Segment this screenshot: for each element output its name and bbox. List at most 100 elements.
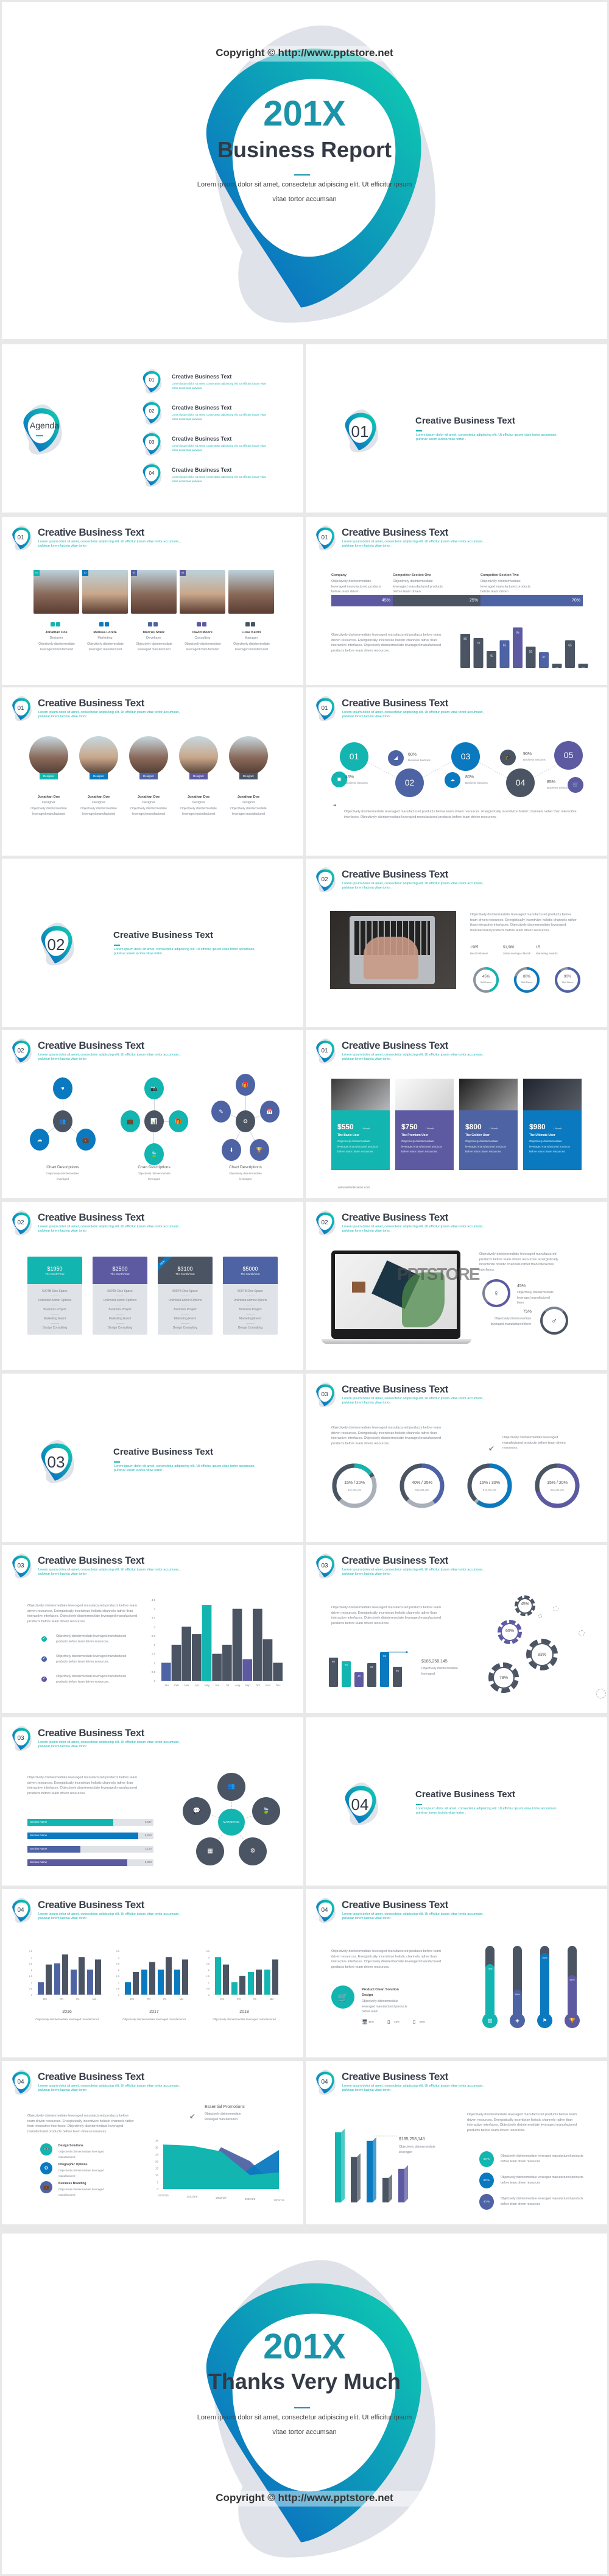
header-number: 02 [17, 1219, 24, 1226]
agenda-item-title[interactable]: Creative Business Text [172, 467, 231, 473]
cluster-label: Chart Descriptions [138, 1165, 171, 1169]
feature-icon: 👓 [40, 2143, 52, 2156]
ring-label: Skill Name [480, 981, 492, 984]
facebook-icon[interactable] [251, 622, 255, 626]
feature-divider [116, 1314, 124, 1315]
twitter-icon[interactable] [51, 622, 55, 626]
header-number: 02 [17, 1048, 24, 1054]
team-slide: 01 Creative Business Text Lorem ipsum dolo… [2, 517, 303, 685]
section-number: 02 [47, 935, 65, 954]
section-title: Creative Business Text [415, 1789, 515, 1800]
arrow-icon: ↙ [189, 2112, 196, 2120]
pricing-card[interactable]: $750 / Month The Premium User Objectively d… [395, 1079, 454, 1170]
header-number: 02 [321, 1219, 328, 1226]
pricing-card[interactable]: $980 / Month The Ultimate User Objectively … [523, 1079, 582, 1170]
header-subtitle: Lorem ipsum dolor sit amet, consectetur … [38, 540, 180, 548]
bars-3d-slide: 04 Creative Business Text Lorem ipsum dolo… [306, 2061, 607, 2224]
pricing-photo-slide: 01 Creative Business Text Lorem ipsum dolo… [306, 1030, 607, 1198]
agenda-item-title[interactable]: Creative Business Text [172, 436, 231, 442]
cluster-node-icon: ✎ [211, 1101, 231, 1123]
trophy-icon: 🏆 [565, 2013, 580, 2028]
y-tick: 5 [157, 2181, 158, 2184]
phone-icon: ▯ [413, 2019, 416, 2024]
donut-amount: $18,258,250 [347, 1488, 362, 1491]
pricing-feature: 500TB Disc Space [107, 1290, 133, 1293]
bar [222, 1644, 232, 1681]
donut-amount: $18,258,250 [550, 1488, 565, 1491]
facebook-icon[interactable] [56, 622, 60, 626]
check-icon: ✓ [41, 1636, 47, 1642]
donut-chart: 15% / 20% $18,258,250 [331, 1463, 378, 1509]
thermometer-tube [485, 1946, 495, 2019]
agenda-item-title[interactable]: Creative Business Text [172, 374, 231, 380]
pricing-card-photo [331, 1079, 390, 1110]
feature-title: Infographic Options [58, 2163, 88, 2166]
pricing-feature: Design Consulting [107, 1326, 133, 1330]
thermometer-value: 40% [515, 1993, 520, 1996]
team-desc: Objectively disintermediate leveraged ma… [130, 807, 167, 816]
stat-label: Best Followers [470, 952, 488, 955]
facebook-icon[interactable] [202, 622, 206, 626]
header-title: Creative Business Text [38, 1212, 144, 1223]
donut-base [535, 1463, 580, 1508]
y-tick: 4.5 [152, 1598, 156, 1602]
team-name: Jonathan Doe [187, 795, 210, 799]
pricing-table-card[interactable]: $1950 The Month/Year 500TB Disc Space Unlim… [27, 1257, 82, 1335]
pricing-feature: Business Project [174, 1308, 197, 1311]
check-text: Objectively disintermediate leveraged ma… [56, 1675, 127, 1684]
ring-value: 45% [482, 975, 490, 979]
progress-description: Objectively disintermediate leveraged ma… [27, 1776, 138, 1795]
website-link[interactable]: www.websitename.com [338, 1185, 370, 1191]
pricing-table-card[interactable]: $2500 The Month/Year 500TB Disc Space Unlim… [93, 1257, 147, 1335]
ending-year: 201X [263, 2327, 346, 2366]
header-title: Creative Business Text [38, 1040, 144, 1051]
area-chart-note: Objectively disintermediate leveraged ma… [205, 2112, 241, 2121]
bar [223, 1964, 229, 1995]
header-subtitle: Lorem ipsum dolor sit amet, consectetur … [38, 1912, 180, 1920]
x-tick: Aug [235, 1684, 241, 1687]
pricing-table-card[interactable]: $5000 The Month/Year 500TB Disc Space Unlim… [223, 1257, 278, 1335]
agenda-item-title[interactable]: Creative Business Text [172, 405, 231, 411]
bar [232, 1608, 242, 1681]
feature-divider [51, 1314, 59, 1315]
twitter-icon[interactable] [245, 622, 250, 626]
pricing-card[interactable]: $550 / Month The Basic User Objectively dis… [331, 1079, 390, 1170]
pricing-feature: 500TB Disc Space [238, 1290, 263, 1293]
x-tick: PR [237, 1998, 241, 2001]
x-tick: Dec [276, 1684, 281, 1687]
facebook-icon[interactable] [153, 622, 158, 626]
cluster-node-icon: 📷 [144, 1077, 164, 1099]
x-tick: Mar [185, 1684, 189, 1687]
bar-label: 65 [568, 644, 572, 648]
header-subtitle: Lorem ipsum dolor sit amet, consectetur … [38, 1225, 180, 1233]
bar [539, 652, 549, 668]
bar [54, 1963, 60, 1995]
process-description: Objectively disintermediate leveraged ma… [344, 810, 577, 819]
twitter-icon[interactable] [148, 622, 152, 626]
pricing-card[interactable]: $800 / Month The Golden User Objectively di… [459, 1079, 518, 1170]
cover-title: Business Report [217, 137, 392, 162]
header-number: 04 [321, 1907, 328, 1914]
bar [231, 1982, 238, 1995]
pricing-feature: Marketing Event [239, 1317, 262, 1321]
header-title: Creative Business Text [38, 1899, 144, 1911]
small-gear-icon [579, 1630, 585, 1636]
cluster-center-icon: 👥 [53, 1110, 72, 1132]
area-chart-title: Essential Promotions [205, 2105, 245, 2109]
percent-circle: 40 % [479, 2194, 494, 2210]
y-tick: 3.5 [152, 1617, 156, 1620]
facebook-icon[interactable] [105, 622, 109, 626]
competitor-text: Objectively disintermediate leveraged ma… [393, 580, 443, 594]
twitter-icon[interactable] [99, 622, 104, 626]
check-text: Objectively disintermediate leveraged ma… [56, 1655, 127, 1664]
feature-title: Design Solutions [58, 2144, 83, 2148]
cart-icon: 🛒 [331, 1985, 354, 2009]
donut-chart: 40% / 25% $18,258,250 [399, 1463, 445, 1509]
twitter-icon[interactable] [197, 622, 201, 626]
bar-label: 65 [370, 1666, 374, 1669]
pricing-table-card[interactable]: $3100 The Month/Year NEW 500TB Disc Space Un… [158, 1257, 213, 1335]
process-percent: 85% [547, 780, 556, 784]
y-tick: 2.5 [152, 1634, 156, 1637]
team-role-badge: Designer [189, 773, 208, 779]
header-title: Creative Business Text [38, 527, 144, 538]
